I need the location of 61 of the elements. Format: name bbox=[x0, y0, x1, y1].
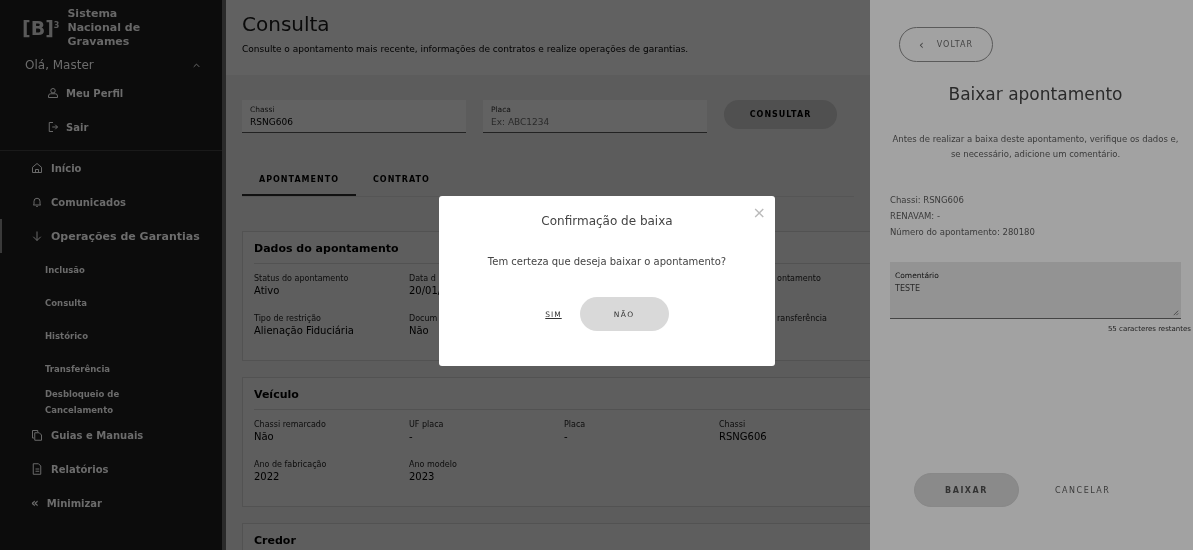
nav-item[interactable]: Operações de Garantias bbox=[0, 219, 222, 253]
field-value: - bbox=[564, 431, 569, 442]
tab[interactable]: CONTRATO bbox=[355, 175, 447, 196]
close-button[interactable]: × bbox=[752, 203, 766, 222]
nav-subitem[interactable]: Consulta bbox=[0, 286, 150, 319]
field-label: UF placa bbox=[409, 420, 445, 429]
page-title: Consulta bbox=[242, 12, 331, 36]
nav-item[interactable]: Início bbox=[0, 151, 222, 185]
user-menu-item[interactable]: Sair bbox=[0, 110, 89, 144]
resize-handle-icon[interactable] bbox=[1172, 309, 1179, 316]
tab[interactable]: APONTAMENTO bbox=[242, 175, 356, 196]
detail-text: Chassi: RSNG606 bbox=[890, 194, 965, 207]
nav-item[interactable]: Comunicados bbox=[0, 185, 222, 219]
detail-text: RENAVAM: - bbox=[890, 210, 941, 223]
app-name: Sistema Nacional de Gravames bbox=[67, 7, 142, 49]
nav-item[interactable]: Guias e Manuais bbox=[0, 418, 222, 452]
nav-subitem[interactable]: Transferência bbox=[0, 352, 150, 385]
user-menu-item[interactable]: Meu Perfil bbox=[0, 76, 124, 110]
panel-title: Baixar apontamento bbox=[947, 83, 1124, 104]
cancel-button[interactable]: CANCELAR bbox=[1055, 485, 1111, 495]
field-label: ontamento bbox=[777, 274, 822, 283]
chevron-icon bbox=[193, 62, 200, 68]
arrow-down-icon bbox=[31, 230, 43, 242]
home-icon bbox=[31, 162, 43, 174]
user-icon bbox=[47, 87, 59, 99]
field-value: 2023 bbox=[409, 471, 436, 482]
field-label: ransferência bbox=[777, 314, 828, 323]
detail-text: Número do apontamento: 280180 bbox=[890, 226, 1036, 239]
logo: [B]$^{3}$ bbox=[22, 17, 60, 39]
confirm-button[interactable]: BAIXAR bbox=[914, 473, 1019, 507]
dialog-message: Tem certeza que deseja baixar o apontamento? bbox=[487, 256, 727, 267]
nav-item[interactable]: Relatórios bbox=[0, 452, 222, 486]
minimize-button[interactable]: « Minimizar bbox=[0, 486, 222, 520]
field-label: Placa bbox=[564, 420, 587, 429]
user-menu[interactable]: Olá, Master bbox=[0, 50, 222, 76]
exit-icon bbox=[47, 121, 59, 133]
field-label: Status do apontamento bbox=[254, 274, 350, 283]
nav-subitem[interactable]: Desbloqueio de Cancelamento bbox=[0, 385, 150, 418]
page-subtitle: Consulte o apontamento mais recente, informações de contratos e realize operações de garantias. bbox=[242, 44, 690, 54]
search-button[interactable]: CONSULTAR bbox=[724, 100, 837, 129]
field-value: 2022 bbox=[254, 471, 281, 482]
nav-subitem[interactable]: Histórico bbox=[0, 319, 150, 352]
field-label: Tipo de restrição bbox=[254, 314, 322, 323]
field-label: Chassi remarcado bbox=[254, 420, 327, 429]
panel-description: Antes de realizar a baixa deste apontamento, verifique os dados e, se necessário, adicione um comentário. bbox=[891, 133, 1180, 161]
field-value: - bbox=[409, 431, 414, 442]
bell-icon bbox=[31, 196, 43, 208]
dialog-title: Confirmação de baixa bbox=[541, 214, 673, 228]
document-icon bbox=[31, 463, 43, 475]
field-label: Chassi bbox=[719, 420, 747, 429]
nav-subitem[interactable]: Inclusão bbox=[0, 253, 150, 286]
field-value: Ativo bbox=[254, 285, 281, 296]
field-value: Alienação Fiduciária bbox=[254, 325, 355, 336]
field-value: RSNG606 bbox=[719, 431, 768, 442]
field-value: Não bbox=[254, 431, 275, 442]
field-label: Ano de fabricação bbox=[254, 460, 328, 469]
field-value: Não bbox=[409, 325, 430, 336]
copy-icon bbox=[31, 429, 43, 441]
card-title: Veículo bbox=[254, 378, 870, 410]
field-label: Ano modelo bbox=[409, 460, 458, 469]
field-label: Data d bbox=[409, 274, 437, 283]
